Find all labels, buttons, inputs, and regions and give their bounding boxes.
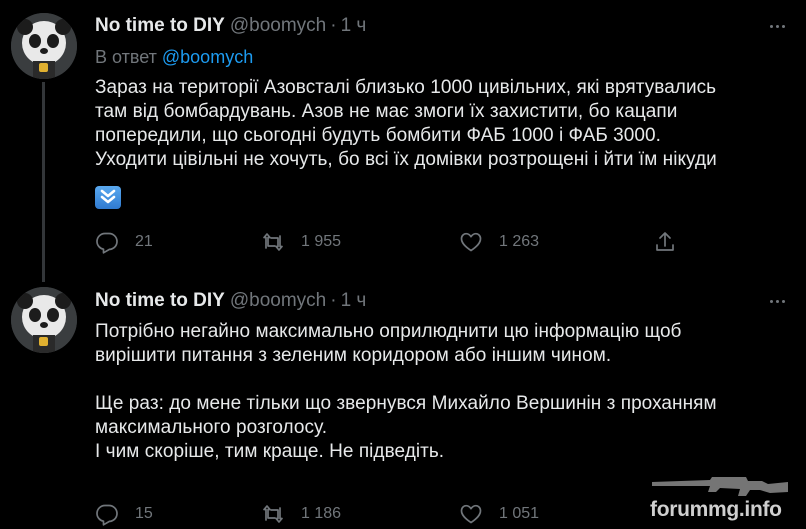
- reply-count: 21: [135, 233, 153, 250]
- heart-icon: [460, 232, 482, 252]
- avatar[interactable]: [11, 287, 77, 353]
- tweet-text: Потрібно негайно максимально оприлюднити…: [95, 321, 717, 462]
- retweet-icon: [263, 505, 283, 523]
- like-count: 1 051: [499, 505, 540, 522]
- retweet-icon: [263, 233, 283, 251]
- reply-icon: [96, 232, 118, 254]
- timestamp[interactable]: 1 ч: [341, 15, 367, 36]
- double-down-arrow-icon: [95, 186, 121, 209]
- forum-watermark: forummg.info: [650, 468, 800, 526]
- like-button[interactable]: 1 263: [459, 230, 539, 254]
- reply-button[interactable]: 21: [95, 230, 153, 254]
- user-handle[interactable]: @boomych: [230, 15, 326, 36]
- like-count: 1 263: [499, 233, 540, 250]
- tweet-header: No time to DIY @boomych · 1 ч: [95, 289, 366, 313]
- tweet-header: No time to DIY @boomych · 1 ч: [95, 14, 366, 38]
- separator-dot: ·: [330, 15, 337, 36]
- retweet-button[interactable]: 1 186: [261, 502, 341, 526]
- separator-dot: ·: [330, 290, 337, 311]
- avatar[interactable]: [11, 13, 77, 79]
- retweet-count: 1 955: [301, 233, 342, 250]
- share-button[interactable]: [653, 230, 677, 254]
- reply-context: В ответ @boomych: [95, 45, 253, 69]
- timestamp[interactable]: 1 ч: [341, 290, 367, 311]
- more-options-button[interactable]: [764, 20, 790, 32]
- heart-icon: [460, 504, 482, 524]
- tweet-thread: No time to DIY @boomych · 1 ч В ответ @boomy…: [0, 0, 806, 529]
- tweet-actions: 15 1 186 1 051: [95, 502, 695, 526]
- like-button[interactable]: 1 051: [459, 502, 539, 526]
- retweet-count: 1 186: [301, 505, 342, 522]
- reply-handle-link[interactable]: @boomych: [162, 47, 253, 67]
- reply-prefix: В ответ: [95, 47, 157, 67]
- watermark-text: forummg.info: [650, 498, 782, 521]
- tweet-1[interactable]: No time to DIY @boomych · 1 ч В ответ @boomy…: [0, 0, 806, 282]
- user-handle[interactable]: @boomych: [230, 290, 326, 311]
- retweet-button[interactable]: 1 955: [261, 230, 341, 254]
- reply-button[interactable]: 15: [95, 502, 153, 526]
- display-name[interactable]: No time to DIY: [95, 290, 225, 311]
- reply-icon: [96, 504, 118, 526]
- reply-count: 15: [135, 505, 153, 522]
- share-icon: [656, 232, 674, 251]
- rifle-icon: [652, 477, 788, 496]
- display-name[interactable]: No time to DIY: [95, 15, 225, 36]
- tweet-actions: 21 1 955 1 263: [95, 230, 695, 254]
- more-options-button[interactable]: [764, 295, 790, 307]
- tweet-text: Зараз на території Азовсталі близько 100…: [95, 77, 717, 170]
